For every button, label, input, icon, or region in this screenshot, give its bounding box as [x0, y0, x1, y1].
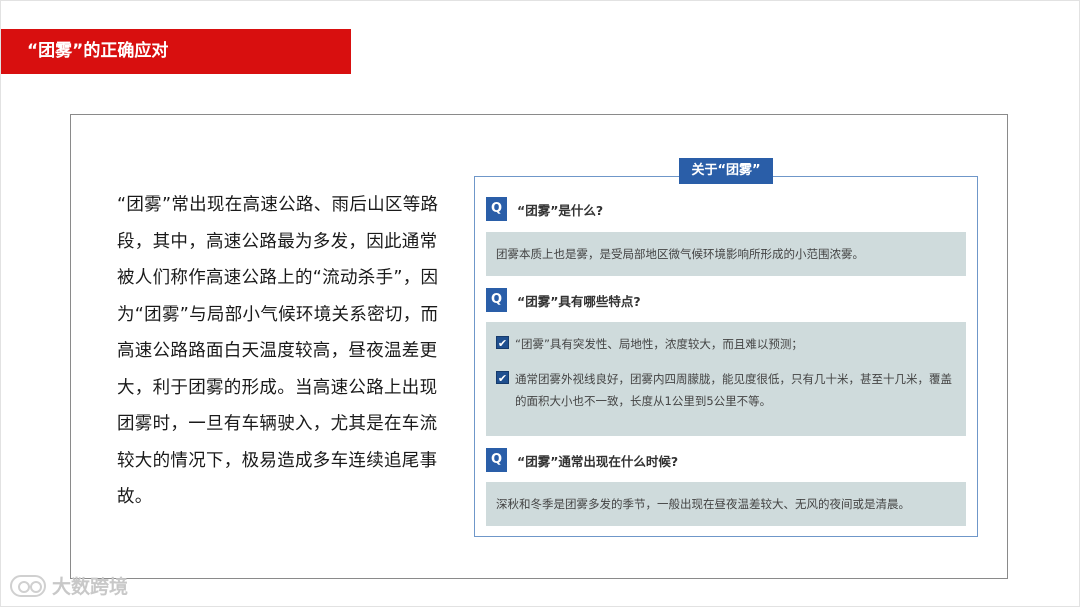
- answer-box-3: 深秋和冬季是团雾多发的季节，一般出现在昼夜温差较大、无风的夜间或是清晨。: [486, 482, 966, 526]
- panel-header: 关于“团雾”: [679, 158, 773, 184]
- q-badge: Q: [486, 288, 507, 312]
- watermark-logo-icon: [10, 574, 46, 597]
- answer-text: 团雾本质上也是雾，是受局部地区微气候环境影响所形成的小范围浓雾。: [496, 247, 864, 261]
- checkbox-icon: ✔: [496, 371, 509, 385]
- q-badge: Q: [486, 197, 507, 221]
- body-paragraph: “团雾”常出现在高速公路、雨后山区等路段，其中，高速公路最为多发，因此通常被人们…: [117, 195, 439, 507]
- point-text: 通常团雾外视线良好，团雾内四周朦胧，能见度很低，只有几十米，甚至十几米，覆盖的面…: [515, 372, 952, 408]
- question-text: “团雾”通常出现在什么时候?: [517, 453, 679, 469]
- answer-box-2: ✔ “团雾”具有突发性、局地性，浓度较大，而且难以预测； ✔ 通常团雾外视线良好…: [486, 322, 966, 436]
- question-text: “团雾”具有哪些特点?: [517, 293, 641, 309]
- feature-point: ✔ 通常团雾外视线良好，团雾内四周朦胧，能见度很低，只有几十米，甚至十几米，覆盖…: [496, 368, 956, 412]
- watermark-text: 大数跨境: [52, 576, 129, 598]
- checkbox-icon: ✔: [496, 336, 509, 350]
- q-badge: Q: [486, 448, 507, 472]
- question-text: “团雾”是什么?: [517, 202, 604, 218]
- slide-title: “团雾”的正确应对: [1, 29, 351, 74]
- point-text: “团雾”具有突发性、局地性，浓度较大，而且难以预测；: [515, 337, 803, 351]
- question-row-3: Q “团雾”通常出现在什么时候?: [486, 447, 678, 473]
- feature-point: ✔ “团雾”具有突发性、局地性，浓度较大，而且难以预测；: [496, 333, 956, 355]
- question-row-1: Q “团雾”是什么?: [486, 196, 603, 222]
- answer-text: 深秋和冬季是团雾多发的季节，一般出现在昼夜温差较大、无风的夜间或是清晨。: [496, 497, 910, 511]
- answer-box-1: 团雾本质上也是雾，是受局部地区微气候环境影响所形成的小范围浓雾。: [486, 232, 966, 276]
- question-row-2: Q “团雾”具有哪些特点?: [486, 287, 641, 313]
- watermark: 大数跨境: [10, 572, 128, 599]
